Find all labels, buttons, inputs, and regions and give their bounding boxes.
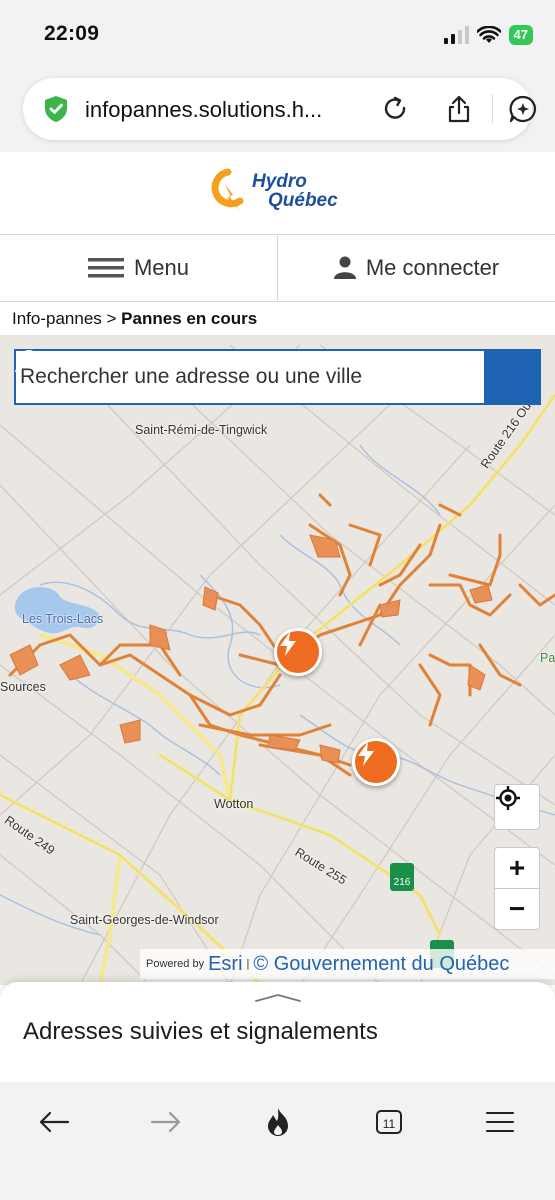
map-attribution: Powered by Esri | © Gouvernement du Québ… <box>140 949 555 979</box>
locate-me-button[interactable] <box>494 784 540 830</box>
reload-icon <box>384 96 406 119</box>
menu-label: Menu <box>133 255 190 280</box>
chevron-up-icon[interactable] <box>255 994 301 1002</box>
lightning-bolt-icon <box>358 742 374 766</box>
arrow-right-icon <box>150 1111 181 1133</box>
hydro-quebec-q-icon <box>211 168 244 210</box>
map-streams <box>0 444 555 936</box>
hamburger-icon <box>87 258 124 278</box>
outage-marker[interactable] <box>274 628 322 676</box>
reload-button[interactable] <box>378 92 412 126</box>
tabs-icon: 11 <box>376 1110 402 1134</box>
forward-button[interactable] <box>144 1100 188 1144</box>
label-sources: Sources <box>0 680 46 694</box>
wifi-icon <box>476 26 501 43</box>
tabs-count: 11 <box>383 1117 396 1131</box>
label-saint-remi: Saint-Rémi-de-Tingwick <box>135 423 268 437</box>
zoom-in-button[interactable]: + <box>494 847 540 889</box>
share-icon <box>448 95 470 123</box>
attribution-separator: | <box>246 958 250 970</box>
lightning-bolt-icon <box>280 632 296 656</box>
secure-shield-icon <box>45 96 67 122</box>
map-road-edges <box>0 394 555 985</box>
label-saint-georges: Saint-Georges-de-Windsor <box>70 913 219 927</box>
breadcrumb-root[interactable]: Info-pannes <box>12 309 102 328</box>
url-text[interactable]: infopannes.solutions.h... <box>85 97 365 123</box>
map-roads <box>0 393 555 985</box>
web-page: Hydro Québec Menu Me connecter Info-pann… <box>0 152 555 1082</box>
login-label: Me connecter <box>365 255 500 280</box>
attribution-esri[interactable]: Esri <box>208 953 242 976</box>
user-icon <box>333 256 356 279</box>
lake <box>14 586 100 634</box>
nav-row: Menu Me connecter <box>0 234 555 302</box>
attribution-gov: © Gouvernement du Québec <box>253 952 510 975</box>
map-search <box>14 349 541 405</box>
route-216-shield-text: 216 <box>394 877 411 888</box>
breadcrumb-current: Pannes en cours <box>121 309 258 328</box>
browser-toolbar: 11 <box>0 1082 555 1200</box>
search-button[interactable] <box>15 349 541 405</box>
signal-icon <box>443 26 469 44</box>
back-button[interactable] <box>32 1100 76 1144</box>
menu-more-button[interactable] <box>478 1100 522 1144</box>
hamburger-icon <box>486 1112 514 1132</box>
search-input[interactable] <box>14 349 484 405</box>
hydro-quebec-logo[interactable]: Hydro Québec <box>207 168 357 218</box>
breadcrumb: Info-pannes > Pannes en cours <box>12 309 257 329</box>
status-time: 22:09 <box>44 22 100 45</box>
login-button[interactable]: Me connecter <box>277 235 555 301</box>
label-wotton: Wotton <box>214 797 254 811</box>
status-bar: 22:09 47 <box>0 0 555 72</box>
tabs-button[interactable]: 11 <box>367 1100 411 1144</box>
url-bar[interactable]: infopannes.solutions.h... <box>23 78 537 140</box>
chat-sparkle-icon <box>509 95 537 123</box>
crosshair-icon <box>496 786 520 810</box>
search-icon <box>15 350 38 373</box>
bottom-sheet[interactable]: Adresses suivies et signalements <box>0 982 555 1082</box>
assistant-button[interactable] <box>506 92 540 126</box>
url-divider <box>492 94 493 124</box>
logo-text: Hydro Québec <box>252 172 338 210</box>
status-icons: 47 <box>443 24 533 46</box>
logo-line-2: Québec <box>268 190 338 211</box>
header: Hydro Québec <box>0 152 555 234</box>
menu-button[interactable]: Menu <box>0 235 277 301</box>
logo-line-1: Hydro <box>252 171 307 192</box>
outage-marker[interactable] <box>352 738 400 786</box>
label-trois-lacs: Les Trois-Lacs <box>22 612 104 626</box>
share-button[interactable] <box>442 92 476 126</box>
zoom-out-button[interactable]: − <box>494 888 540 930</box>
arrow-left-icon <box>39 1111 70 1133</box>
private-mode-button[interactable] <box>256 1100 300 1144</box>
attribution-powered-by: Powered by <box>146 958 205 970</box>
battery-indicator: 47 <box>508 25 533 45</box>
outage-map[interactable]: 216 Saint-Rémi-de-Tingwick Les Trois-Lac… <box>0 335 555 985</box>
bottom-sheet-title: Adresses suivies et signalements <box>23 1018 378 1045</box>
flame-icon <box>268 1108 288 1136</box>
breadcrumb-separator: > <box>101 309 122 328</box>
label-pa: Pa <box>540 651 555 665</box>
